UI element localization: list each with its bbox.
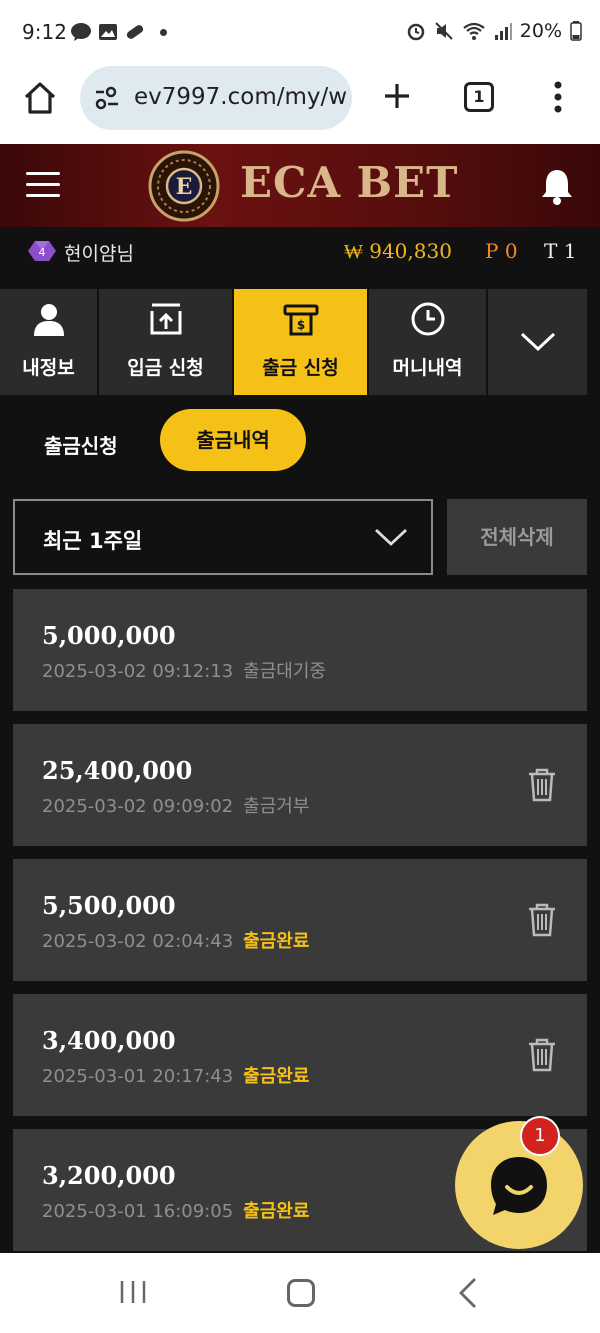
period-select[interactable]: 최근 1주일 bbox=[13, 499, 433, 575]
history-status: 출금완료 bbox=[243, 1201, 310, 1222]
emblem-letter: E bbox=[176, 174, 193, 200]
logo-text[interactable]: ECA BET bbox=[240, 158, 458, 207]
trash-icon[interactable] bbox=[527, 1038, 557, 1072]
username: 현이얌님 bbox=[64, 243, 134, 265]
system-icons: 20% bbox=[406, 20, 582, 42]
tab-label: 출금 신청 bbox=[262, 357, 339, 379]
recent-apps-icon[interactable] bbox=[118, 1279, 148, 1305]
period-select-value: 최근 1주일 bbox=[43, 529, 143, 553]
gallery-icon bbox=[99, 24, 117, 40]
main-menu-tabs: 내정보 입금 신청 $ 출금 신청 머니내역 bbox=[0, 289, 600, 395]
chevron-down-icon bbox=[520, 332, 556, 352]
history-amount: 25,400,000 bbox=[42, 756, 193, 785]
more-notifications-dot bbox=[160, 28, 167, 36]
tab-switcher-button[interactable]: 1 bbox=[464, 82, 494, 112]
trash-icon[interactable] bbox=[527, 768, 557, 802]
status-time: 9:12 bbox=[22, 20, 67, 44]
person-icon bbox=[33, 304, 64, 336]
history-datetime: 2025-03-01 16:09:05 출금완료 bbox=[42, 1201, 310, 1222]
tab-withdraw-request[interactable]: $ 출금 신청 bbox=[234, 289, 367, 395]
status-bar: 9:12 20% bbox=[0, 0, 600, 66]
alarm-icon bbox=[407, 23, 425, 41]
chat-button[interactable] bbox=[455, 1121, 583, 1249]
history-status: 출금대기중 bbox=[243, 661, 326, 682]
points-amount: P 0 bbox=[485, 239, 518, 263]
history-datetime: 2025-03-02 02:04:43 출금완료 bbox=[42, 931, 310, 952]
url-text: ev7997.com/my/w bbox=[134, 84, 348, 110]
subtab-withdraw-history[interactable]: 출금내역 bbox=[160, 409, 306, 471]
hamburger-menu-icon[interactable] bbox=[26, 172, 60, 198]
signal-icon bbox=[494, 23, 512, 40]
withdraw-icon: $ bbox=[283, 304, 318, 336]
browser-home-icon[interactable] bbox=[22, 80, 58, 116]
history-status: 출금완료 bbox=[243, 1066, 310, 1087]
tab-my-info[interactable]: 내정보 bbox=[0, 289, 97, 395]
history-amount: 3,200,000 bbox=[42, 1161, 176, 1190]
svg-text:$: $ bbox=[296, 318, 304, 332]
battery-percent: 20% bbox=[519, 20, 562, 42]
tab-money-history[interactable]: 머니내역 bbox=[369, 289, 486, 395]
chat-notification-badge: 1 bbox=[520, 1116, 560, 1156]
history-item: 25,400,000 2025-03-02 09:09:02 출금거부 bbox=[13, 724, 587, 846]
site-header: E ECA BET bbox=[0, 144, 600, 227]
history-datetime: 2025-03-02 09:09:02 출금거부 bbox=[42, 796, 310, 817]
history-amount: 3,400,000 bbox=[42, 1026, 176, 1055]
back-icon[interactable] bbox=[458, 1277, 478, 1309]
pill-icon bbox=[126, 25, 144, 39]
home-icon[interactable] bbox=[287, 1279, 315, 1307]
tab-label: 머니내역 bbox=[392, 357, 463, 379]
clock-icon bbox=[411, 302, 444, 336]
trash-icon[interactable] bbox=[527, 903, 557, 937]
browser-menu-icon[interactable] bbox=[552, 80, 564, 114]
history-item: 5,500,000 2025-03-02 02:04:43 출금완료 bbox=[13, 859, 587, 981]
tab-label: 입금 신청 bbox=[127, 357, 204, 379]
deposit-icon bbox=[150, 303, 181, 335]
level-badge-icon: 4 bbox=[28, 241, 56, 261]
user-info-bar: 4 현이얌님 ₩ 940,830 P 0 T 1 bbox=[0, 227, 600, 289]
history-item: 5,000,000 2025-03-02 09:12:13 출금대기중 bbox=[13, 589, 587, 711]
delete-all-button[interactable]: 전체삭제 bbox=[447, 499, 587, 575]
mute-icon bbox=[435, 22, 453, 40]
history-amount: 5,500,000 bbox=[42, 891, 176, 920]
balance-amount: ₩ 940,830 bbox=[344, 239, 452, 263]
history-item: 3,400,000 2025-03-01 20:17:43 출금완료 bbox=[13, 994, 587, 1116]
chat-icon bbox=[491, 1157, 547, 1215]
history-datetime: 2025-03-02 09:12:13 출금대기중 bbox=[42, 661, 326, 682]
subtab-withdraw-request[interactable]: 출금신청 bbox=[44, 430, 118, 459]
browser-toolbar: ev7997.com/my/w 1 bbox=[0, 66, 600, 144]
talk-icon bbox=[71, 23, 91, 41]
history-status: 출금거부 bbox=[243, 796, 310, 817]
system-navigation-bar bbox=[0, 1253, 600, 1333]
chevron-down-icon bbox=[375, 528, 407, 546]
level-number: 4 bbox=[39, 246, 46, 259]
bell-icon[interactable] bbox=[540, 166, 574, 206]
notification-icons bbox=[70, 22, 167, 42]
tab-label: 내정보 bbox=[22, 357, 75, 379]
battery-icon bbox=[570, 21, 582, 41]
tab-more[interactable] bbox=[488, 289, 587, 395]
site-settings-icon[interactable] bbox=[94, 86, 120, 110]
history-datetime: 2025-03-01 20:17:43 출금완료 bbox=[42, 1066, 310, 1087]
new-tab-icon[interactable] bbox=[382, 81, 412, 111]
tier-value: T 1 bbox=[544, 239, 577, 263]
history-status: 출금완료 bbox=[243, 931, 310, 952]
tab-deposit-request[interactable]: 입금 신청 bbox=[99, 289, 232, 395]
url-bar[interactable]: ev7997.com/my/w bbox=[80, 66, 352, 130]
logo-emblem[interactable]: E bbox=[146, 148, 222, 224]
history-amount: 5,000,000 bbox=[42, 621, 176, 650]
wifi-icon bbox=[463, 22, 485, 40]
